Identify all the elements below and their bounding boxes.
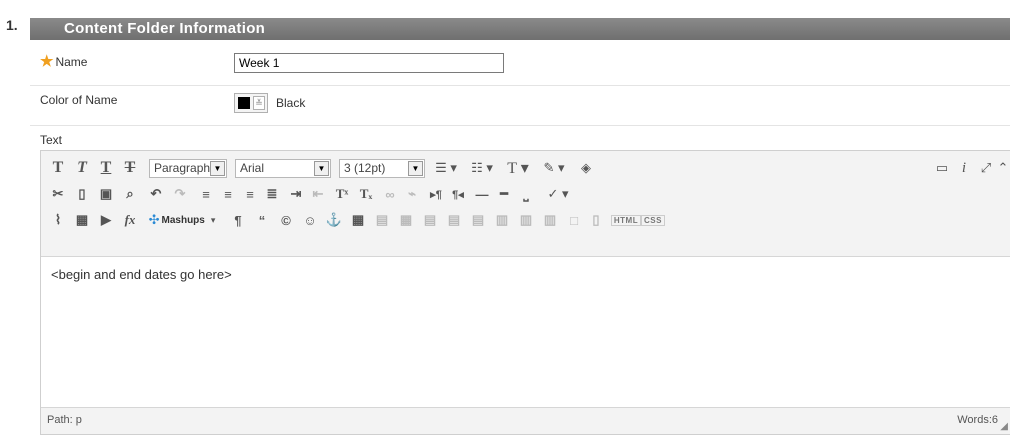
merge-cells-icon[interactable]: ▯	[585, 209, 607, 231]
link-icon[interactable]: ∞	[379, 183, 401, 205]
quote-icon[interactable]: “	[251, 209, 273, 231]
section-header: Content Folder Information	[30, 18, 1010, 40]
strikethrough-button[interactable]: T	[119, 157, 141, 179]
anchor-icon[interactable]: ⚓	[323, 209, 345, 231]
find-icon[interactable]: ⌕	[119, 183, 141, 205]
color-label: Color of Name	[40, 93, 118, 107]
info-icon[interactable]: i	[953, 157, 975, 179]
rich-text-editor: T T T T Paragraph ▼ Arial ▼ 3 (12pt) ▼ ☰ ▾ …	[40, 150, 1010, 435]
undo-icon[interactable]: ↶	[145, 183, 167, 205]
insert-table-icon[interactable]: ▦	[347, 209, 369, 231]
unlink-icon[interactable]: ⌁	[401, 183, 423, 205]
chevron-down-icon: ≚	[253, 96, 265, 110]
split-cells-icon[interactable]: □	[563, 209, 585, 231]
font-select[interactable]: Arial ▼	[235, 159, 331, 178]
insert-col-before-icon[interactable]: ▥	[491, 209, 513, 231]
align-right-icon[interactable]: ≡	[239, 183, 261, 205]
paste-icon[interactable]: ▣	[95, 183, 117, 205]
justify-icon[interactable]: ≣	[261, 183, 283, 205]
name-input[interactable]	[234, 53, 504, 73]
insert-row-after-icon[interactable]: ▤	[443, 209, 465, 231]
horizontal-rule-icon[interactable]: —	[471, 183, 493, 205]
numbered-list-button[interactable]: ☷ ▾	[465, 157, 499, 179]
cut-icon[interactable]: ✂	[47, 183, 69, 205]
color-swatch	[238, 97, 250, 109]
outdent-icon[interactable]: ⇤	[307, 183, 329, 205]
thick-rule-icon[interactable]: ━	[493, 183, 515, 205]
mashups-button[interactable]: ✣ Mashups ▾	[145, 209, 219, 231]
redo-icon[interactable]: ↷	[169, 183, 191, 205]
name-label: ★ Name	[40, 53, 88, 70]
text-label: Text	[40, 133, 63, 147]
table-row-props-icon[interactable]: ▤	[371, 209, 393, 231]
table-cell-props-icon[interactable]: ▦	[395, 209, 417, 231]
paragraph-mark-icon[interactable]: ¶	[227, 209, 249, 231]
word-count: Words:6	[957, 414, 998, 426]
editor-toolbar: T T T T Paragraph ▼ Arial ▼ 3 (12pt) ▼ ☰ ▾ …	[41, 151, 1010, 257]
rtl-icon[interactable]: ¶◂	[447, 183, 469, 205]
ltr-icon[interactable]: ▸¶	[425, 183, 447, 205]
copyright-icon[interactable]: ©	[275, 209, 297, 231]
bold-button[interactable]: T	[47, 157, 69, 179]
html-source-button[interactable]: HTML	[610, 209, 642, 231]
highlight-button[interactable]: ✎ ▾	[537, 157, 571, 179]
color-picker-button[interactable]: ≚	[234, 93, 268, 113]
italic-button[interactable]: T	[71, 157, 93, 179]
insert-image-icon[interactable]: ▦	[71, 209, 93, 231]
collapse-toolbar-icon[interactable]: ⌃	[995, 157, 1010, 179]
required-star-icon: ★	[40, 53, 54, 70]
dropdown-arrow-icon: ▼	[210, 161, 225, 176]
indent-icon[interactable]: ⇥	[285, 183, 307, 205]
insert-col-after-icon[interactable]: ▥	[515, 209, 537, 231]
name-row: ★ Name	[30, 48, 1010, 86]
underline-button[interactable]: T	[95, 157, 117, 179]
color-value: Black	[276, 96, 306, 110]
element-path: Path: p	[47, 414, 82, 426]
spellcheck-icon[interactable]: ✓ ▾	[541, 183, 575, 205]
paragraph-select[interactable]: Paragraph ▼	[149, 159, 227, 178]
preview-icon[interactable]: ▭	[931, 157, 953, 179]
resize-grip-icon[interactable]: ◢	[1000, 421, 1008, 432]
insert-row-before-icon[interactable]: ▤	[419, 209, 441, 231]
math-formula-icon[interactable]: fx	[119, 209, 141, 231]
delete-col-icon[interactable]: ▥	[539, 209, 561, 231]
dropdown-arrow-icon: ▼	[314, 161, 329, 176]
align-center-icon[interactable]: ≡	[217, 183, 239, 205]
delete-row-icon[interactable]: ▤	[467, 209, 489, 231]
editor-content[interactable]: <begin and end dates go here>	[51, 267, 232, 282]
superscript-icon[interactable]: Tˣ	[331, 183, 353, 205]
editor-statusbar: Path: p Words:6 ◢	[41, 407, 1010, 434]
step-number: 1.	[6, 17, 18, 33]
dropdown-arrow-icon: ▼	[408, 161, 423, 176]
nonbreaking-space-icon[interactable]: ⎵	[515, 183, 537, 205]
copy-icon[interactable]: ▯	[71, 183, 93, 205]
attach-file-icon[interactable]: ⌇	[47, 209, 69, 231]
emoticon-icon[interactable]: ☺	[299, 209, 321, 231]
mashups-icon: ✣	[148, 212, 160, 227]
insert-media-icon[interactable]: ▶	[95, 209, 117, 231]
eraser-icon[interactable]: ◈	[575, 157, 597, 179]
color-row: Color of Name ≚ Black	[30, 86, 1010, 126]
css-button[interactable]: CSS	[641, 209, 665, 231]
size-select[interactable]: 3 (12pt) ▼	[339, 159, 425, 178]
subscript-icon[interactable]: Tₓ	[355, 183, 377, 205]
text-color-button[interactable]: T ▾	[501, 157, 535, 179]
bulleted-list-button[interactable]: ☰ ▾	[429, 157, 463, 179]
align-left-icon[interactable]: ≡	[195, 183, 217, 205]
fullscreen-icon[interactable]: ⤢	[975, 157, 997, 179]
